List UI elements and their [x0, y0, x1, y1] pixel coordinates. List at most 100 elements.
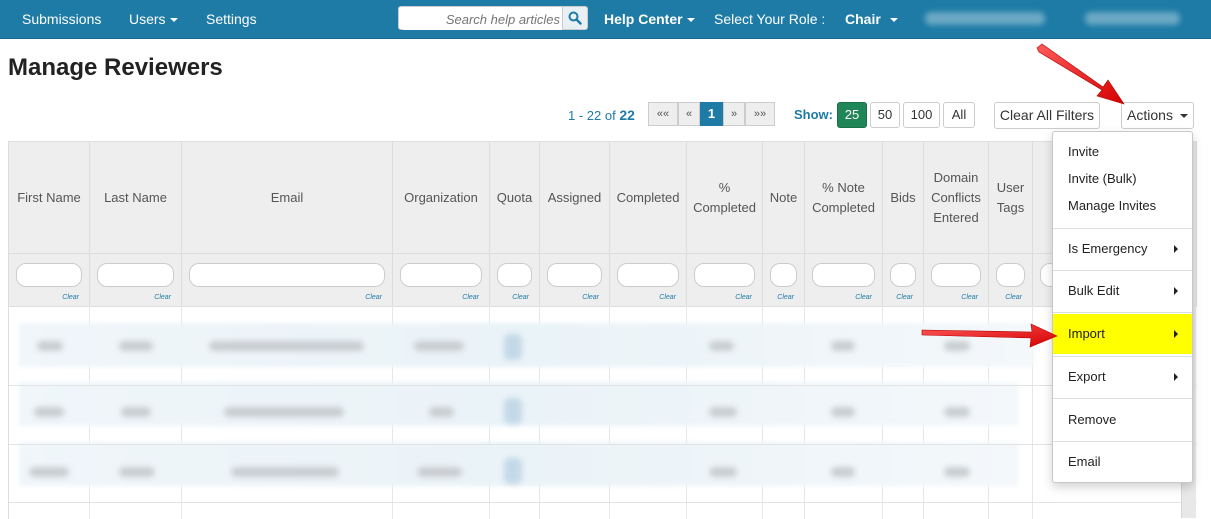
filter-pct-completed[interactable]: [694, 263, 755, 287]
redacted-text: [37, 341, 63, 351]
filter-email[interactable]: [189, 263, 385, 287]
first-page-button[interactable]: ««: [648, 102, 678, 126]
filter-note[interactable]: [770, 263, 797, 287]
menu-item-is-emergency[interactable]: Is Emergency: [1053, 236, 1192, 262]
col-user-tags[interactable]: User Tags: [989, 142, 1033, 254]
menu-item-label: Invite (Bulk): [1068, 171, 1137, 186]
page-size-100[interactable]: 100: [903, 102, 940, 128]
col-pct-note-completed[interactable]: % Note Completed: [805, 142, 883, 254]
clear-filter-link[interactable]: Clear: [512, 294, 529, 301]
clear-filter-link[interactable]: Clear: [62, 294, 79, 301]
reviewers-table: First Name Last Name Email Organization …: [8, 141, 1197, 519]
redacted-text: [944, 407, 970, 417]
page-size-25[interactable]: 25: [837, 102, 867, 128]
help-center-menu[interactable]: Help Center: [604, 11, 695, 27]
clear-filter-link[interactable]: Clear: [896, 294, 913, 301]
clear-all-filters-button[interactable]: Clear All Filters: [994, 102, 1100, 129]
pager-total: 22: [619, 107, 635, 123]
row-divider: [9, 502, 1197, 503]
redacted-text: [709, 341, 734, 351]
search-box: [398, 6, 563, 30]
menu-item-export[interactable]: Export: [1053, 364, 1192, 390]
col-pct-completed[interactable]: % Completed: [687, 142, 763, 254]
clear-filter-link[interactable]: Clear: [462, 294, 479, 301]
col-note[interactable]: Note: [763, 142, 805, 254]
prev-page-button[interactable]: «: [678, 102, 700, 126]
chevron-down-icon: [169, 18, 178, 23]
nav-settings[interactable]: Settings: [206, 11, 257, 27]
menu-item-import[interactable]: Import: [1053, 314, 1192, 354]
search-input[interactable]: [403, 8, 562, 30]
clear-filter-link[interactable]: Clear: [582, 294, 599, 301]
caret-down-icon: [1179, 114, 1188, 119]
page-1-button[interactable]: 1: [700, 102, 723, 126]
col-completed[interactable]: Completed: [610, 142, 687, 254]
page-size-50[interactable]: 50: [870, 102, 900, 128]
clear-filter-link[interactable]: Clear: [961, 294, 978, 301]
clear-filter-link[interactable]: Clear: [1005, 294, 1022, 301]
col-last-name[interactable]: Last Name: [90, 142, 182, 254]
menu-item-label: Email: [1068, 454, 1101, 469]
page-size-all[interactable]: All: [943, 102, 975, 128]
role-selector[interactable]: Chair: [845, 11, 898, 27]
menu-item-bulk-edit[interactable]: Bulk Edit: [1053, 278, 1192, 304]
filter-assigned[interactable]: [547, 263, 602, 287]
filter-pct-note-completed[interactable]: [812, 263, 875, 287]
menu-item-label: Invite: [1068, 144, 1100, 159]
col-quota[interactable]: Quota: [490, 142, 540, 254]
filter-completed[interactable]: [617, 263, 679, 287]
menu-item-manage-invites[interactable]: Manage Invites: [1053, 193, 1192, 219]
menu-divider: [1053, 356, 1192, 357]
col-assigned[interactable]: Assigned: [540, 142, 610, 254]
redacted-text: [231, 467, 339, 477]
filter-first-name[interactable]: [16, 263, 82, 287]
clear-filter-link[interactable]: Clear: [365, 294, 382, 301]
filter-organization[interactable]: [400, 263, 482, 287]
col-organization[interactable]: Organization: [393, 142, 490, 254]
clear-filter-link[interactable]: Clear: [659, 294, 676, 301]
redacted-text: [504, 334, 522, 360]
search-button[interactable]: [563, 6, 588, 30]
menu-item-label: Remove: [1068, 412, 1117, 427]
role-label: Select Your Role :: [714, 11, 826, 27]
filter-domain-conflicts[interactable]: [931, 263, 981, 287]
menu-item-invite-bulk[interactable]: Invite (Bulk): [1053, 166, 1192, 192]
menu-item-remove[interactable]: Remove: [1053, 407, 1192, 433]
last-page-button[interactable]: »»: [745, 102, 775, 126]
clear-filter-link[interactable]: Clear: [735, 294, 752, 301]
clear-filter-link[interactable]: Clear: [777, 294, 794, 301]
filter-user-tags[interactable]: [996, 263, 1025, 287]
filter-cell: Clear: [610, 254, 687, 306]
col-first-name[interactable]: First Name: [9, 142, 90, 254]
pager-range: 1 - 22 of: [568, 108, 616, 123]
redacted-text: [944, 341, 970, 351]
redacted-text: [414, 341, 464, 351]
redacted-text: [944, 467, 970, 477]
menu-item-invite[interactable]: Invite: [1053, 139, 1192, 165]
col-domain-conflicts[interactable]: Domain Conflicts Entered: [924, 142, 989, 254]
filter-bids[interactable]: [890, 263, 916, 287]
menu-divider: [1053, 312, 1192, 313]
row-divider: [9, 385, 1197, 386]
clear-filter-link[interactable]: Clear: [855, 294, 872, 301]
filter-cell: Clear: [490, 254, 540, 306]
filter-quota[interactable]: [497, 263, 532, 287]
redacted-text: [29, 467, 69, 477]
filter-cell: Clear: [393, 254, 490, 306]
nav-submissions[interactable]: Submissions: [22, 11, 101, 27]
caret-right-icon: [1174, 287, 1178, 295]
filter-cell: Clear: [9, 254, 90, 306]
col-bids[interactable]: Bids: [883, 142, 924, 254]
table-row-redacted[interactable]: [19, 323, 1034, 367]
menu-item-label: Import: [1068, 326, 1105, 341]
next-page-button[interactable]: »: [723, 102, 745, 126]
search-icon: [568, 11, 582, 25]
col-email[interactable]: Email: [182, 142, 393, 254]
user-name-redacted[interactable]: [925, 12, 1045, 25]
clear-filter-link[interactable]: Clear: [154, 294, 171, 301]
menu-item-email[interactable]: Email: [1053, 449, 1192, 475]
user-menu-redacted[interactable]: [1085, 12, 1180, 25]
nav-users[interactable]: Users: [129, 11, 178, 27]
filter-last-name[interactable]: [97, 263, 174, 287]
actions-button[interactable]: Actions: [1121, 102, 1194, 129]
